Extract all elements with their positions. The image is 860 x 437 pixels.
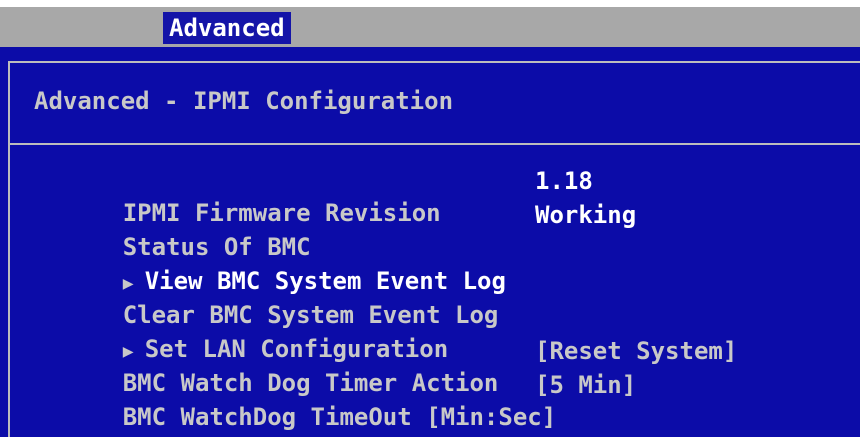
watchdog-timeout-value[interactable]: [5 Min] (535, 369, 636, 401)
menu-item-ipmi-firmware-revision: IPMI Firmware Revision (36, 165, 441, 227)
menu-item-bmc-watchdog-timeout[interactable]: BMC WatchDog TimeOut [Min:Sec] (36, 369, 556, 431)
menu-item-label: BMC WatchDog TimeOut [Min:Sec] (122, 403, 557, 431)
menu-item-bmc-watch-dog-timer-action[interactable]: BMC Watch Dog Timer Action (36, 335, 499, 397)
menu-item-view-bmc-system-event-log[interactable]: ▶ View BMC System Event Log (36, 233, 506, 295)
bios-screen: Advanced Advanced - IPMI Configuration I… (0, 0, 860, 437)
tab-advanced[interactable]: Advanced (163, 12, 291, 44)
menu-item-status-of-bmc: Status Of BMC (36, 199, 311, 261)
title-divider (10, 143, 860, 145)
menu-item-clear-bmc-system-event-log[interactable]: Clear BMC System Event Log (36, 267, 499, 329)
bmc-status-value: Working (535, 201, 637, 229)
firmware-revision-value: 1.18 (535, 167, 593, 195)
watchdog-timer-action-value[interactable]: [Reset System] (535, 335, 737, 367)
menu-item-set-lan-configuration[interactable]: ▶ Set LAN Configuration (36, 301, 448, 363)
panel-title: Advanced - IPMI Configuration (34, 87, 454, 115)
ipmi-configuration-panel: Advanced - IPMI Configuration IPMI Firmw… (0, 47, 860, 437)
menu-bar: Advanced (0, 7, 860, 47)
